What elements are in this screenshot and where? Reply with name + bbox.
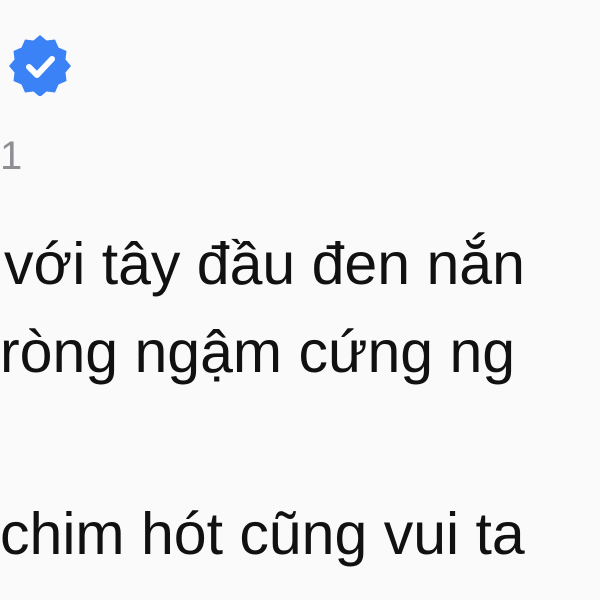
post-text-line-2: ròng ngậm cứng ng [0,319,516,385]
post-meta-count: 1 [0,134,23,178]
post-text-line-1: với tây đầu đen nắn [4,231,525,297]
post-view: 1 với tây đầu đen nắn ròng ngậm cứng ng … [0,0,600,600]
post-text-line-3: chim hót cũng vui ta [0,501,525,567]
verified-badge-icon [8,32,72,96]
